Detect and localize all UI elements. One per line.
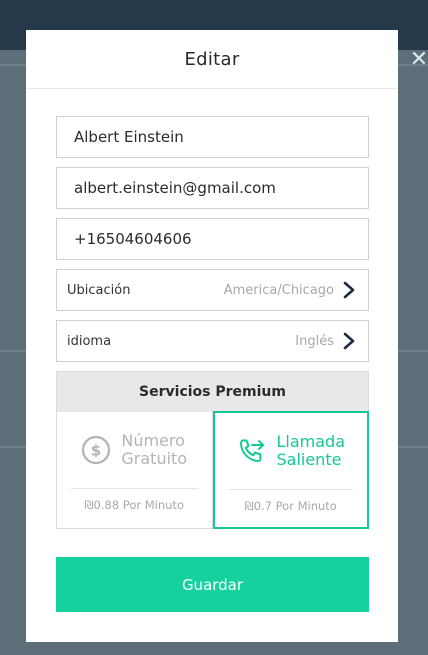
edit-form: Ubicación America/Chicago idioma Inglés — [56, 116, 369, 529]
option-name-line: Número — [121, 431, 185, 450]
dollar-circle-icon: $ — [82, 435, 111, 465]
name-field[interactable] — [74, 128, 356, 146]
location-label: Ubicación — [67, 282, 131, 298]
email-field[interactable] — [74, 179, 356, 197]
option-name-line: Gratuito — [121, 449, 188, 468]
option-divider — [228, 489, 353, 490]
chevron-right-icon — [343, 281, 355, 299]
option-divider — [71, 488, 198, 489]
name-field-wrapper — [56, 116, 369, 158]
backdrop-overlay[interactable]: ✕ Editar Ubicación America/Chicago — [0, 0, 428, 655]
svg-text:$: $ — [91, 442, 101, 460]
modal-title: Editar — [184, 48, 240, 70]
location-select[interactable]: Ubicación America/Chicago — [56, 269, 369, 311]
option-content: $ Número Gratuito — [57, 412, 212, 488]
option-name: Llamada Saliente — [276, 433, 345, 469]
location-value-group: America/Chicago — [224, 281, 356, 299]
language-label: idioma — [67, 333, 112, 349]
email-field-wrapper — [56, 167, 369, 209]
save-button[interactable]: Guardar — [56, 557, 369, 612]
phone-field[interactable] — [74, 230, 356, 248]
premium-services: Servicios Premium $ Número Gratuito ₪0.8… — [56, 371, 369, 529]
phone-field-wrapper — [56, 218, 369, 260]
close-icon[interactable]: ✕ — [409, 48, 428, 72]
option-price: ₪0.7 Por Minuto — [244, 499, 337, 513]
premium-option-outgoing-call[interactable]: Llamada Saliente ₪0.7 Por Minuto — [212, 411, 369, 529]
language-value-group: Inglés — [295, 332, 356, 350]
option-content: Llamada Saliente — [215, 413, 368, 489]
option-name-line: Saliente — [276, 450, 342, 469]
chevron-right-icon — [343, 332, 355, 350]
phone-outgoing-icon — [240, 439, 265, 463]
option-name: Número Gratuito — [121, 432, 187, 468]
premium-options: $ Número Gratuito ₪0.88 Por Minuto Llama… — [57, 411, 369, 529]
premium-option-toll-free[interactable]: $ Número Gratuito ₪0.88 Por Minuto — [57, 412, 213, 528]
modal-header: Editar — [26, 30, 398, 89]
option-price: ₪0.88 Por Minuto — [84, 498, 184, 512]
language-value: Inglés — [295, 333, 334, 349]
edit-modal: Editar Ubicación America/Chicago — [26, 30, 398, 642]
language-select[interactable]: idioma Inglés — [56, 320, 369, 362]
premium-title: Servicios Premium — [57, 372, 368, 412]
location-value: America/Chicago — [223, 282, 334, 298]
option-name-line: Llamada — [276, 432, 345, 451]
